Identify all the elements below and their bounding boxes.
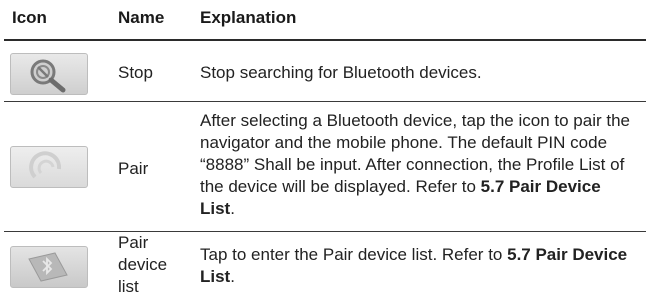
explanation-text: Tap to enter the Pair device list. Refer… xyxy=(200,245,508,264)
row-name: Pair xyxy=(118,159,149,178)
table-row-pair: Pair After selecting a Bluetooth device,… xyxy=(0,102,650,231)
row-name: Pair device list xyxy=(118,233,168,296)
table-row-pair-device-list: Pair device list Tap to enter the Pair d… xyxy=(0,232,650,302)
stop-search-icon xyxy=(10,53,88,95)
bluetooth-device-list-icon xyxy=(10,246,88,288)
header-name: Name xyxy=(118,8,165,27)
table-row-stop: Stop Stop searching for Bluetooth device… xyxy=(0,40,650,100)
header-explanation: Explanation xyxy=(200,8,297,27)
header-icon: Icon xyxy=(12,8,47,27)
explanation-end: . xyxy=(230,267,235,286)
row-explanation: After selecting a Bluetooth device, tap … xyxy=(200,110,640,220)
row-name: Stop xyxy=(118,63,153,82)
pair-icon xyxy=(10,146,88,188)
explanation-end: . xyxy=(230,199,235,218)
row-explanation: Stop searching for Bluetooth devices. xyxy=(200,63,482,82)
row-explanation: Tap to enter the Pair device list. Refer… xyxy=(200,244,640,288)
